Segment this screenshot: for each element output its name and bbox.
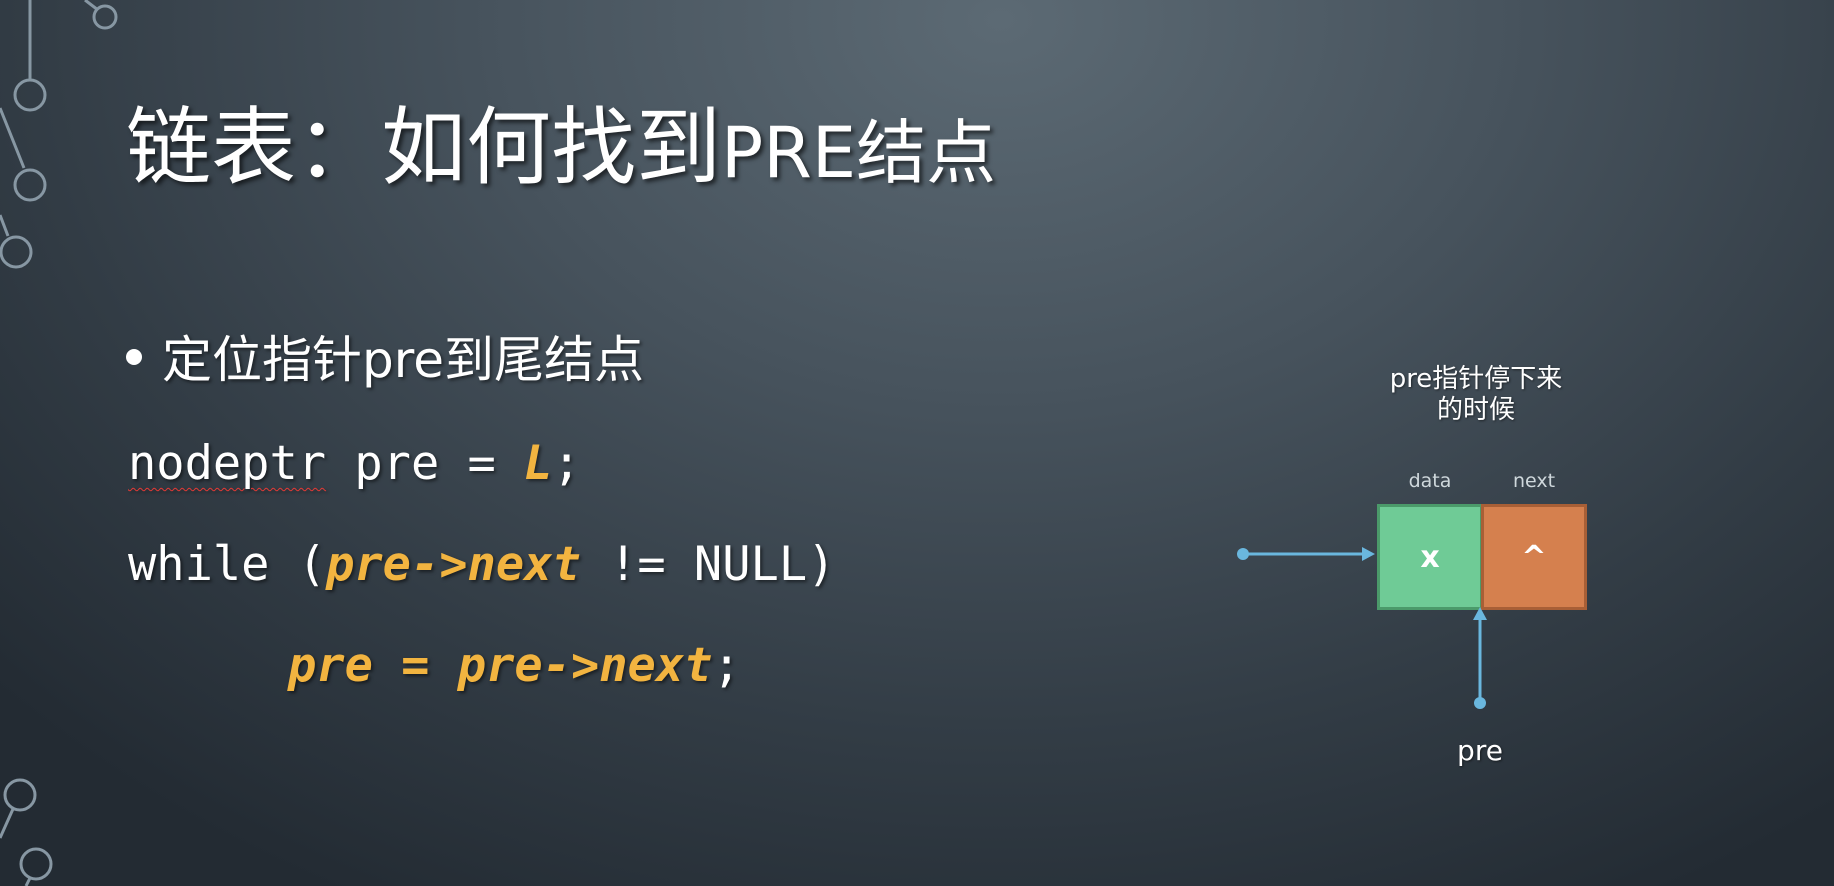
incoming-arrow	[1237, 547, 1375, 561]
arrow-head	[1362, 547, 1375, 561]
pre-pointer-label: pre	[1457, 734, 1503, 767]
pre-pointer-arrow	[1473, 607, 1487, 709]
arrow-head	[1473, 607, 1487, 620]
diagram-arrows	[1237, 547, 1487, 709]
slide: 链表：如何找到PRE结点 定位指针pre到尾结点 nodeptr pre = L…	[0, 0, 1834, 886]
